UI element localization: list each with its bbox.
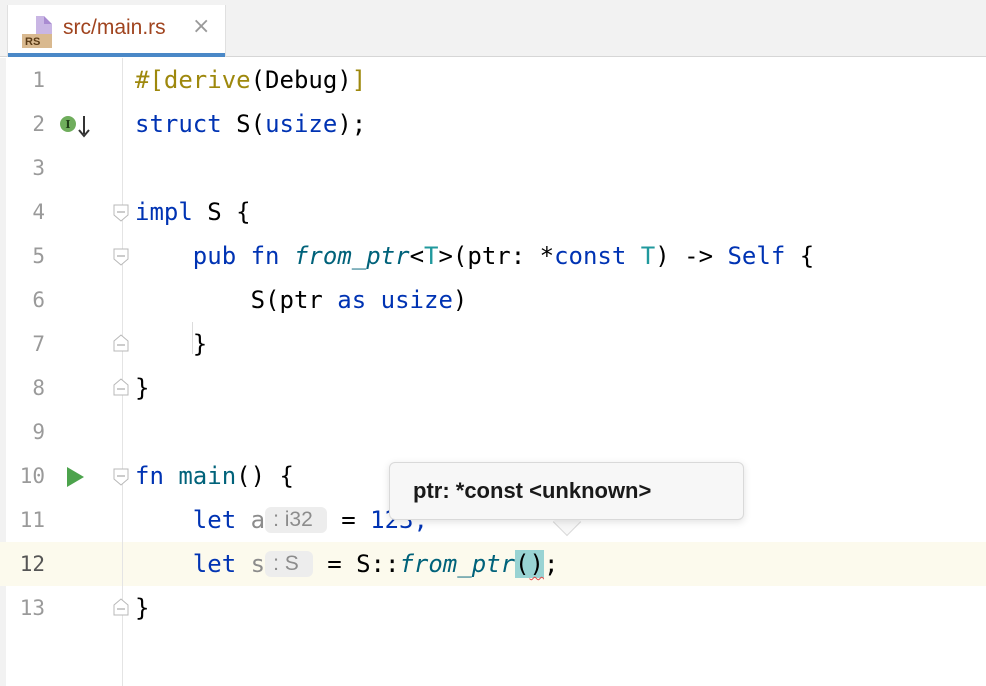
code-line-7[interactable]: } — [123, 322, 986, 366]
struct-end: ); — [337, 110, 367, 138]
keyword-impl: impl — [135, 198, 193, 226]
keyword-fn: fn — [135, 462, 164, 490]
attribute-name: derive — [163, 66, 251, 94]
type-hint-s: : S — [265, 551, 313, 577]
editor-tab-bar: RS src/main.rs × — [0, 0, 986, 57]
keyword-pub: pub — [192, 242, 237, 270]
type-param-t: T — [640, 242, 656, 270]
type-usize: usize — [380, 286, 453, 314]
tooltip-text: ptr: *const <unknown> — [413, 478, 652, 503]
semicolon: ; — [543, 550, 559, 578]
implemented-trait-icon[interactable]: I — [58, 112, 92, 140]
code-line-2[interactable]: struct S(usize); — [123, 102, 986, 146]
paren-close: ) — [452, 286, 468, 314]
path-expr: = S:: — [312, 550, 400, 578]
brace-close: } — [135, 330, 208, 358]
attribute-open: #[ — [135, 66, 164, 94]
line-number-13: 13 — [19, 596, 45, 620]
type-hint-i32: : i32 — [265, 507, 327, 533]
keyword-let: let — [192, 550, 237, 578]
attribute-close: ] — [351, 66, 367, 94]
line-number-7: 7 — [32, 332, 45, 356]
function-call-from-ptr: from_ptr — [399, 550, 516, 578]
paren-close-error: ) — [529, 550, 544, 578]
call-expr: S(ptr — [250, 286, 338, 314]
line-number-6: 6 — [32, 288, 45, 312]
svg-text:I: I — [65, 118, 70, 131]
keyword-self: Self — [727, 242, 786, 270]
brace-close: } — [135, 594, 150, 622]
file-icon-label: RS — [25, 36, 40, 48]
generic-open: < — [409, 242, 425, 270]
run-gutter-icon[interactable] — [64, 465, 86, 489]
params: >(ptr: * — [438, 242, 555, 270]
paren-open-highlighted: ( — [515, 550, 530, 578]
line-number-1: 1 — [32, 68, 45, 92]
brace-open: { — [785, 242, 815, 270]
line-number-12: 12 — [19, 552, 45, 576]
tab-title: src/main.rs — [63, 16, 166, 39]
line-number-9: 9 — [32, 420, 45, 444]
code-line-12-current[interactable]: let s: S = S::from_ptr(); — [123, 542, 986, 586]
keyword-as: as — [337, 286, 367, 314]
code-line-5[interactable]: pub fn from_ptr<T>(ptr: *const T) -> Sel… — [123, 234, 986, 278]
code-line-8[interactable]: } — [123, 366, 986, 410]
impl-target: S { — [192, 198, 251, 226]
line-number-8: 8 — [32, 376, 45, 400]
rust-file-icon: RS — [22, 16, 52, 48]
variable-s: s — [236, 550, 266, 578]
function-name-main: main — [178, 462, 237, 490]
line-number-4: 4 — [32, 200, 45, 224]
parameter-info-tooltip: ptr: *const <unknown> — [389, 462, 744, 520]
attribute-args: (Debug) — [250, 66, 352, 94]
code-line-1[interactable]: #[derive(Debug)] — [123, 58, 986, 102]
close-icon[interactable]: × — [192, 14, 210, 40]
line-number-3: 3 — [32, 156, 45, 180]
line-number-11: 11 — [19, 508, 45, 532]
struct-name: S( — [221, 110, 266, 138]
function-name-from-ptr: from_ptr — [293, 242, 410, 270]
keyword-let: let — [192, 506, 237, 534]
keyword-const: const — [554, 242, 627, 270]
return-arrow: ) -> — [655, 242, 728, 270]
line-number-5: 5 — [32, 244, 45, 268]
line-number-12-current: 12 — [0, 542, 122, 586]
variable-a: a — [236, 506, 266, 534]
type-usize: usize — [265, 110, 338, 138]
main-signature: () { — [236, 462, 294, 490]
line-number-10: 10 — [19, 464, 45, 488]
line-number-2: 2 — [32, 112, 45, 136]
assign: = — [326, 506, 371, 534]
keyword-fn: fn — [250, 242, 280, 270]
code-line-13[interactable]: } — [123, 586, 986, 630]
keyword-struct: struct — [135, 110, 222, 138]
type-param-t: T — [424, 242, 439, 270]
tab-main-rs[interactable]: RS src/main.rs × — [7, 5, 226, 57]
code-line-4[interactable]: impl S { — [123, 190, 986, 234]
code-line-6[interactable]: S(ptr as usize) — [123, 278, 986, 322]
brace-close: } — [135, 374, 150, 402]
active-tab-indicator — [8, 53, 225, 57]
